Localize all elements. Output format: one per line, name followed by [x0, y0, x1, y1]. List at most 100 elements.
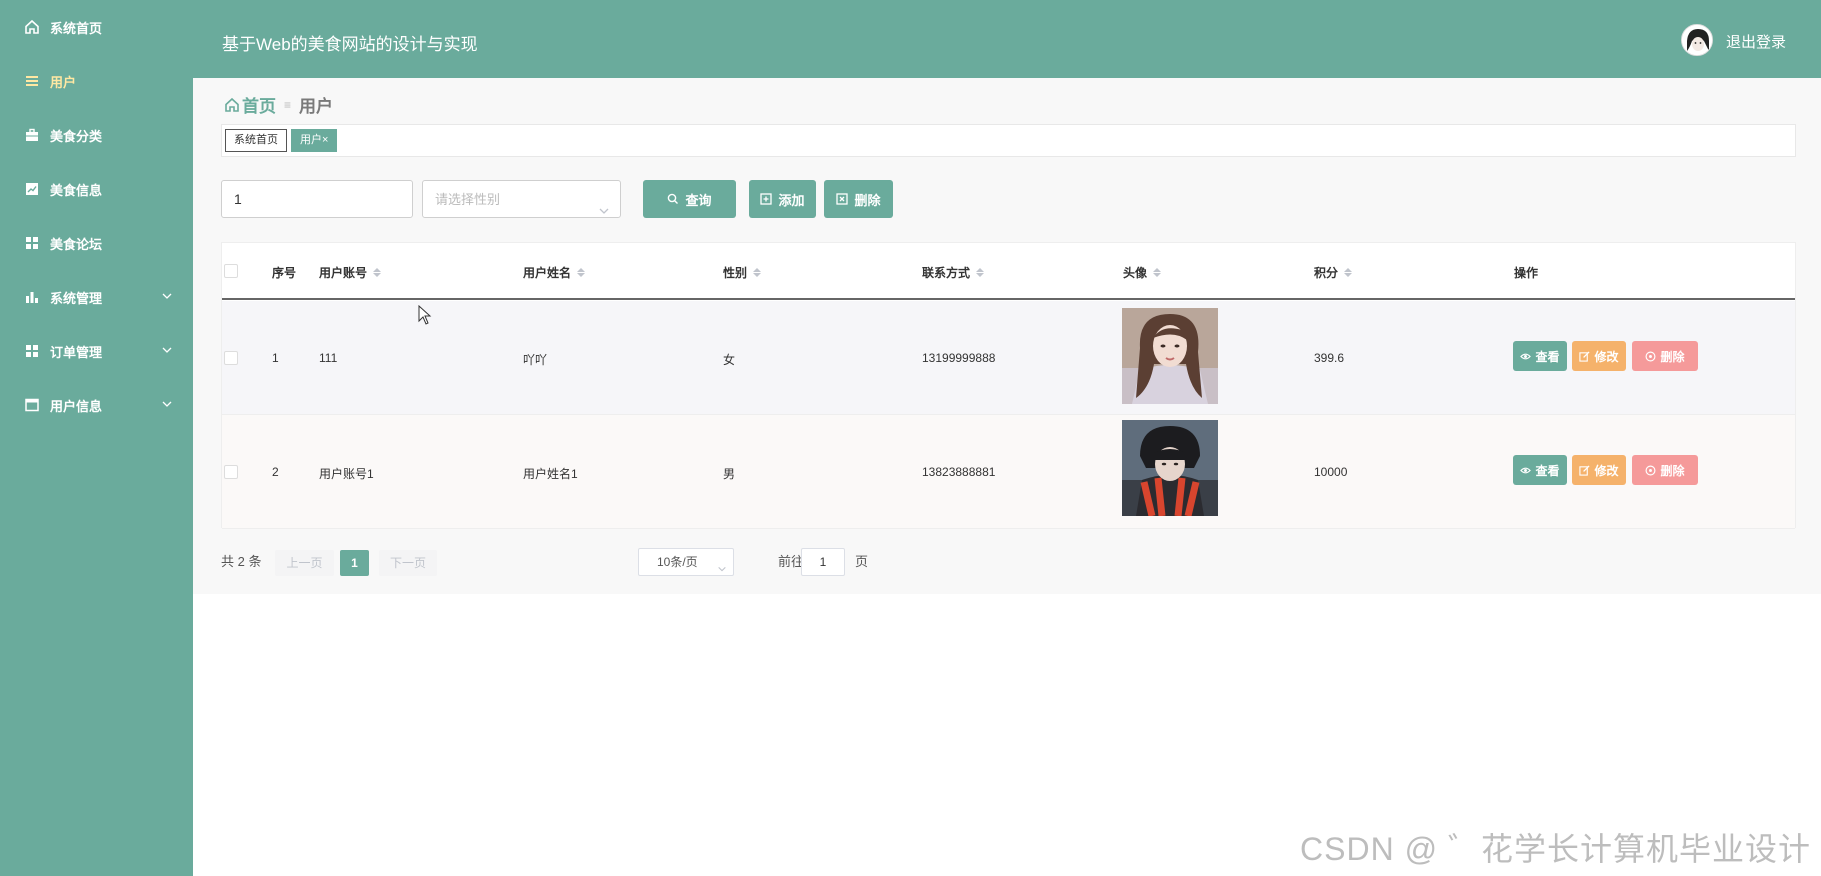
watermark-text: CSDN @ ゛花学长计算机毕业设计 [1300, 831, 1811, 867]
cell-name: 用户姓名1 [523, 467, 578, 481]
breadcrumb-home[interactable]: 首页 [224, 92, 276, 117]
add-button-label: 添加 [778, 192, 805, 208]
gender-select-placeholder: 请选择性别 [435, 192, 501, 207]
site-title: 基于Web的美食网站的设计与实现 [222, 35, 478, 54]
home-icon [225, 97, 239, 112]
batch-delete-button[interactable]: 删除 [824, 180, 893, 218]
edit-button-label: 修改 [1594, 463, 1619, 478]
column-phone[interactable]: 联系方式 [922, 264, 985, 281]
view-button[interactable]: 查看 [1513, 455, 1567, 485]
next-page-button[interactable]: 下一页 [379, 550, 437, 576]
edit-button-label: 修改 [1594, 349, 1619, 364]
delete-circle-icon [1645, 465, 1656, 476]
sidebar-item-food-forum[interactable]: 美食论坛 [0, 216, 193, 270]
add-button[interactable]: 添加 [749, 180, 816, 218]
account-search-value: 1 [234, 191, 242, 207]
goto-page-input[interactable]: 1 [801, 548, 845, 576]
page-size-value: 10条/页 [657, 555, 698, 569]
query-button-label: 查询 [685, 192, 712, 208]
delete-button[interactable]: 删除 [1632, 455, 1698, 485]
column-index: 序号 [272, 266, 297, 280]
home-icon [24, 19, 40, 35]
tag-users[interactable]: 用户× [291, 129, 338, 152]
view-button-label: 查看 [1535, 349, 1560, 364]
column-account[interactable]: 用户账号 [319, 264, 382, 281]
account-search-input[interactable]: 1 [221, 180, 413, 218]
sort-icon [753, 268, 762, 277]
cell-account: 用户账号1 [319, 467, 374, 481]
breadcrumb: 首页 ≡ 用户 [224, 92, 333, 117]
sidebar-item-home[interactable]: 系统首页 [0, 0, 193, 54]
briefcase-icon [24, 127, 40, 143]
column-avatar[interactable]: 头像 [1123, 264, 1162, 281]
sort-icon [1153, 268, 1162, 277]
query-button[interactable]: 查询 [643, 180, 736, 218]
cell-phone: 13199999888 [922, 351, 996, 365]
cell-index: 1 [272, 351, 279, 365]
sidebar-item-user-info[interactable]: 用户信息 [0, 378, 193, 432]
sidebar-item-food-category[interactable]: 美食分类 [0, 108, 193, 162]
table-header: 序号 用户账号 用户姓名 性别 联系方式 头像 积分 操作 [222, 243, 1795, 300]
column-gender[interactable]: 性别 [723, 264, 762, 281]
plus-square-icon [760, 193, 773, 205]
logout-link[interactable]: 退出登录 [1726, 31, 1786, 52]
column-actions: 操作 [1514, 266, 1539, 280]
sidebar-item-users[interactable]: 用户 [0, 54, 193, 108]
gender-select[interactable]: 请选择性别 [422, 180, 621, 218]
pagination-total: 共 2 条 [221, 554, 262, 569]
sidebar-item-label: 系统首页 [50, 20, 103, 36]
delete-square-icon [836, 193, 849, 205]
breadcrumb-current: 用户 [299, 97, 334, 116]
view-button[interactable]: 查看 [1513, 341, 1567, 371]
prev-page-button[interactable]: 上一页 [275, 550, 334, 576]
goto-page-value: 1 [819, 555, 827, 569]
mouse-cursor-icon [418, 304, 432, 330]
column-points[interactable]: 积分 [1314, 264, 1353, 281]
tag-users-label: 用户 [300, 134, 322, 146]
page-number-button[interactable]: 1 [340, 550, 369, 576]
user-avatar[interactable] [1681, 24, 1713, 56]
batch-delete-button-label: 删除 [854, 192, 881, 208]
cell-phone: 13823888881 [922, 465, 996, 479]
sidebar-item-label: 用户信息 [50, 398, 103, 414]
goto-unit: 页 [855, 554, 869, 569]
cell-account: 111 [319, 351, 338, 365]
eye-icon [1520, 465, 1532, 476]
cell-gender: 女 [723, 353, 736, 367]
chevron-down-icon [161, 290, 173, 302]
window-icon [24, 397, 40, 413]
cell-points: 399.6 [1314, 351, 1345, 365]
tag-home[interactable]: 系统首页 [225, 129, 287, 152]
sidebar-item-label: 系统管理 [50, 290, 103, 306]
avatar-photo [1122, 308, 1218, 404]
grid-icon [24, 235, 40, 251]
cell-gender: 男 [723, 467, 736, 481]
edit-button[interactable]: 修改 [1572, 341, 1626, 371]
delete-button[interactable]: 删除 [1632, 341, 1698, 371]
delete-circle-icon [1645, 351, 1656, 362]
sort-icon [976, 268, 985, 277]
row-checkbox[interactable] [224, 465, 238, 479]
row-checkbox[interactable] [224, 351, 238, 365]
chevron-down-icon [161, 344, 173, 356]
sidebar-item-system-management[interactable]: 系统管理 [0, 270, 193, 324]
avatar-photo [1122, 420, 1218, 516]
sidebar-item-food-info[interactable]: 美食信息 [0, 162, 193, 216]
sidebar-item-label: 美食分类 [50, 128, 103, 144]
close-icon[interactable]: × [322, 134, 328, 146]
cell-name: 吖吖 [523, 353, 548, 367]
sort-icon [577, 268, 586, 277]
view-button-label: 查看 [1535, 463, 1560, 478]
page-size-select[interactable]: 10条/页 [638, 548, 734, 576]
sidebar-item-order-management[interactable]: 订单管理 [0, 324, 193, 378]
edit-button[interactable]: 修改 [1572, 455, 1626, 485]
tags-bar: 系统首页 用户× [221, 124, 1796, 157]
table-row: 1 111 吖吖 女 13199999888 399.6 查看 修改 删除 [222, 301, 1795, 415]
edit-icon [1579, 464, 1591, 476]
user-table: 序号 用户账号 用户姓名 性别 联系方式 头像 积分 操作 1 111 吖吖 女… [221, 242, 1796, 529]
main-content: 首页 ≡ 用户 系统首页 用户× 1 请选择性别 查询 添加 删除 序号 用户账… [193, 78, 1821, 594]
search-icon [667, 193, 679, 205]
select-all-checkbox[interactable] [224, 264, 238, 278]
eye-icon [1520, 351, 1532, 362]
column-name[interactable]: 用户姓名 [523, 264, 586, 281]
